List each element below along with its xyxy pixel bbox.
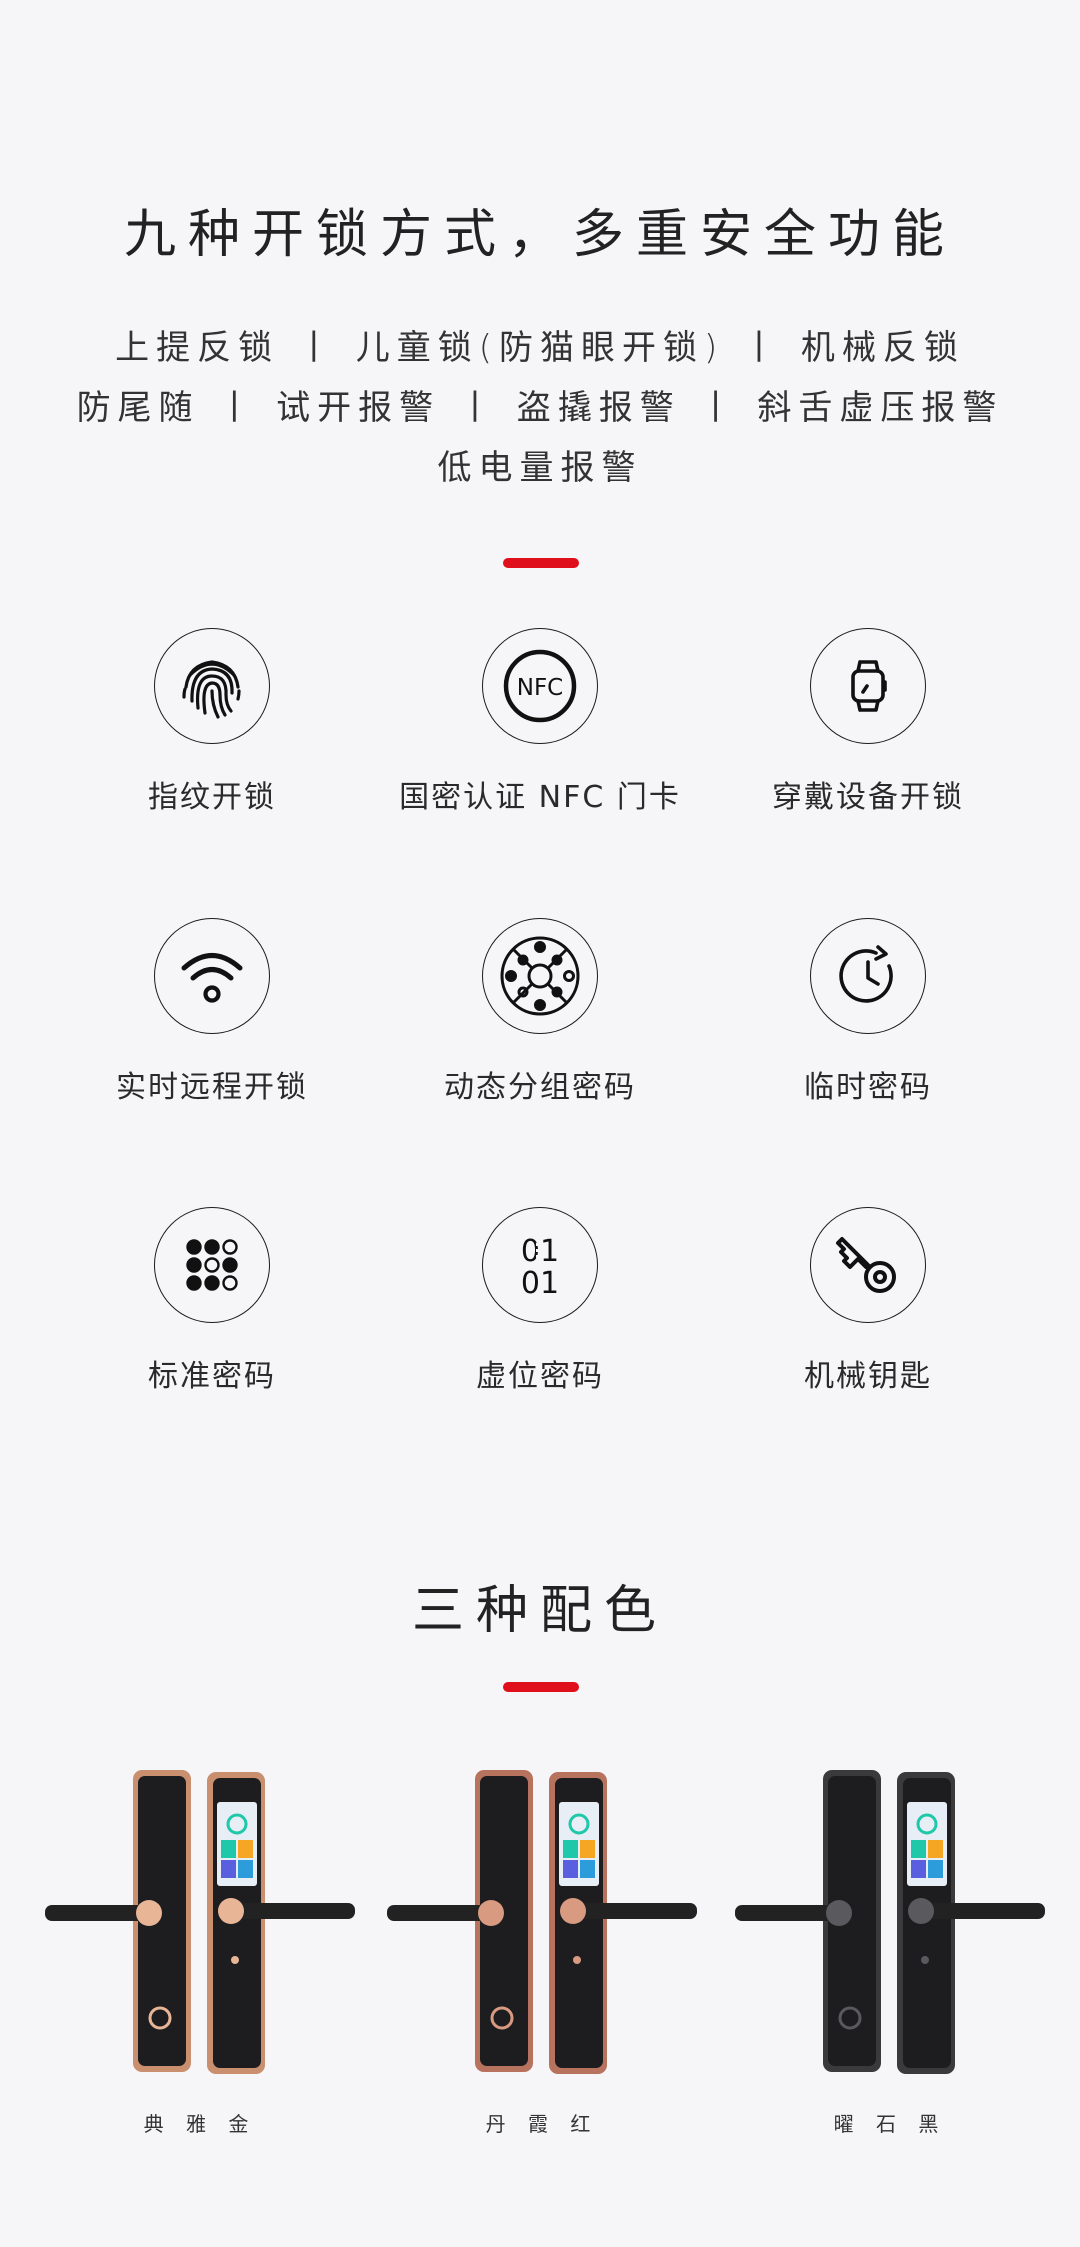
- unlock-method-label: 标准密码: [148, 1359, 276, 1394]
- unlock-method-label: 实时远程开锁: [116, 1070, 308, 1105]
- lock-drawing: [45, 1770, 355, 2074]
- unlock-method-wearable: 穿戴设备开锁: [688, 628, 1048, 816]
- wifi-icon: [154, 918, 270, 1034]
- unlock-method-label: 虚位密码: [476, 1359, 604, 1394]
- main-title: 九种开锁方式，多重安全功能: [123, 205, 956, 265]
- red-divider: [503, 558, 579, 568]
- fingerprint-icon: [154, 628, 270, 744]
- color-label-red: 丹 霞 红: [485, 2112, 599, 2136]
- lock-drawing: [735, 1770, 1045, 2074]
- feature-list-line-3: 低电量报警: [437, 448, 643, 488]
- nfc-icon-text: NFC: [517, 675, 564, 701]
- unlock-method-nfc: NFC 国密认证 NFC 门卡: [360, 628, 720, 816]
- red-divider: [503, 1682, 579, 1692]
- color-label-black: 曜 石 黑: [833, 2112, 947, 2136]
- feature-list-line-2: 防尾随 丨 试开报警 丨 盗撬报警 丨 斜舌虚压报警: [76, 388, 1004, 428]
- colors-title: 三种配色: [411, 1581, 668, 1641]
- smartwatch-icon: [810, 628, 926, 744]
- color-label-gold: 典 雅 金: [143, 2112, 257, 2136]
- key-icon: [810, 1207, 926, 1323]
- unlock-method-label: 国密认证 NFC 门卡: [399, 780, 681, 815]
- nfc-icon: NFC: [482, 628, 598, 744]
- lock-image-black: [735, 1770, 1045, 2074]
- unlock-method-label: 机械钥匙: [804, 1359, 932, 1394]
- lock-image-gold: [45, 1770, 355, 2074]
- keypad-icon: [154, 1207, 270, 1323]
- unlock-method-label: 动态分组密码: [444, 1070, 636, 1105]
- unlock-method-mechanical-key: 机械钥匙: [688, 1207, 1048, 1395]
- unlock-method-temporary: 临时密码: [688, 918, 1048, 1106]
- unlock-method-virtual-code: 01 01 虚位密码: [360, 1207, 720, 1395]
- lock-drawing: [387, 1770, 697, 2074]
- unlock-method-remote: 实时远程开锁: [32, 918, 392, 1106]
- virtual-code-icon: 01 01: [482, 1207, 598, 1323]
- unlock-method-label: 穿戴设备开锁: [772, 780, 964, 815]
- dynamic-code-icon: [482, 918, 598, 1034]
- clock-icon: [810, 918, 926, 1034]
- lock-image-red: [387, 1770, 697, 2074]
- unlock-method-label: 指纹开锁: [148, 780, 276, 815]
- unlock-method-fingerprint: 指纹开锁: [32, 628, 392, 816]
- feature-list-line-1: 上提反锁 丨 儿童锁(防猫眼开锁) 丨 机械反锁: [115, 328, 965, 368]
- unlock-method-standard-code: 标准密码: [32, 1207, 392, 1395]
- unlock-method-dynamic: 动态分组密码: [360, 918, 720, 1106]
- unlock-method-label: 临时密码: [804, 1070, 932, 1105]
